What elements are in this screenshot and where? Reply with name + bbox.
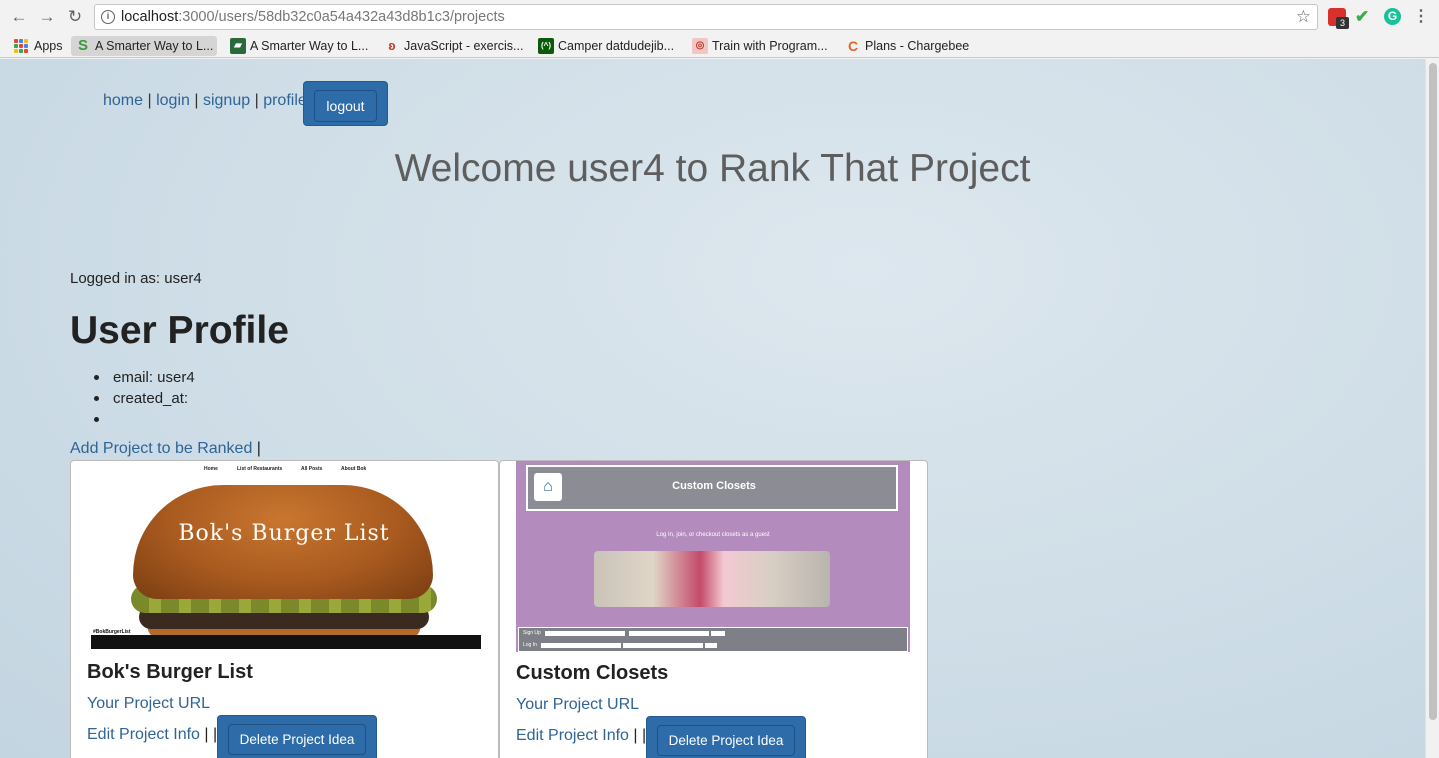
smarter-way-icon: S [77, 37, 88, 54]
project-title: Custom Closets [516, 662, 669, 684]
shopping-photo [594, 551, 830, 607]
thumb-field [629, 631, 709, 636]
chargebee-icon: C [847, 38, 859, 54]
thumb-login-form: Sign Up Log In [518, 627, 908, 652]
address-bar[interactable]: i localhost:3000/users/58db32c0a54a432a4… [94, 4, 1318, 30]
project-title: Bok's Burger List [87, 661, 253, 683]
bookmark-smarter-way-2[interactable]: ▰ A Smarter Way to L... [226, 36, 372, 56]
edit-project-link[interactable]: Edit Project Info [516, 727, 629, 744]
bookmarks-bar: Apps S A Smarter Way to L... ▰ A Smarter… [0, 34, 1439, 58]
browser-toolbar: ← → ↻ i localhost:3000/users/58db32c0a54… [0, 0, 1439, 34]
project-thumbnail[interactable]: Home List of Restaurants All Posts About… [87, 461, 481, 652]
bookmark-camper[interactable]: (^) Camper datdudejib... [534, 36, 678, 56]
thumb-field [545, 631, 625, 636]
check-extension-icon[interactable]: ✔ [1355, 8, 1375, 26]
profile-heading: User Profile [70, 309, 289, 352]
project-url-link[interactable]: Your Project URL [87, 695, 210, 713]
profile-empty-item [94, 409, 195, 430]
thumb-nav-item: List of Restaurants [237, 466, 283, 472]
nav-home-link[interactable]: home [103, 92, 143, 109]
profile-created-at: created_at: [94, 388, 195, 409]
apps-grid-icon [14, 39, 28, 53]
bookmark-train[interactable]: ◎ Train with Program... [688, 36, 832, 56]
logout-button[interactable]: logout [303, 81, 388, 126]
project-actions: Edit Project Info | | [87, 726, 217, 744]
profile-email: email: user4 [94, 369, 195, 386]
nav-signup-link[interactable]: signup [203, 92, 250, 109]
thumb-signup-label: Sign Up [523, 630, 541, 636]
bookmark-star-icon[interactable]: ☆ [1296, 7, 1311, 27]
add-project-link[interactable]: Add Project to be Ranked [70, 440, 252, 457]
forward-arrow-icon[interactable]: → [36, 6, 58, 28]
nav-separator: | [254, 92, 259, 109]
thumb-field [705, 643, 717, 648]
trainer-icon: ◎ [692, 38, 708, 54]
project-thumbnail[interactable]: ⌂ Custom Closets Log In, join, or checko… [516, 461, 910, 652]
nav-separator: | [194, 92, 199, 109]
top-nav: home | login | signup | profile [103, 92, 307, 110]
project-actions: Edit Project Info | | [516, 727, 646, 745]
thumb-banner: Bok's Burger List [178, 521, 390, 546]
page-viewport: home | login | signup | profile logout W… [0, 59, 1439, 758]
grammarly-extension-icon[interactable]: G [1384, 8, 1401, 25]
thumb-field [711, 631, 725, 636]
delete-label: Delete Project Idea [227, 724, 367, 755]
bookmark-javascript[interactable]: ʚ JavaScript - exercis... [380, 36, 527, 56]
project-url-link[interactable]: Your Project URL [516, 696, 639, 714]
delete-label: Delete Project Idea [656, 725, 796, 756]
scrollbar-thumb[interactable] [1429, 63, 1437, 720]
delete-project-button[interactable]: Delete Project Idea [646, 716, 806, 758]
action-separators: | | [633, 727, 647, 744]
thumb-field [541, 643, 621, 648]
logout-label: logout [314, 90, 377, 122]
project-card: ⌂ Custom Closets Log In, join, or checko… [499, 460, 928, 758]
thumb-nav-item: About Bok [341, 466, 367, 472]
bookmark-apps[interactable]: Apps [10, 36, 67, 56]
exercism-icon: ʚ [388, 38, 396, 53]
bookmark-chargebee[interactable]: C Plans - Chargebee [841, 36, 973, 56]
extension-badge: 3 [1336, 17, 1349, 29]
action-separators: | | [204, 726, 218, 743]
thumb-login-label: Log In [523, 642, 537, 648]
page-title: Welcome user4 to Rank That Project [394, 147, 1031, 190]
thumb-header-title: Custom Closets [672, 480, 756, 492]
address-url[interactable]: localhost:3000/users/58db32c0a54a432a43d… [121, 9, 505, 25]
bookmark-smarter-way-1[interactable]: S A Smarter Way to L... [71, 36, 218, 56]
thumb-nav-item: All Posts [301, 466, 323, 472]
back-arrow-icon[interactable]: ← [8, 6, 30, 28]
page-scrollbar[interactable] [1425, 59, 1439, 758]
thumb-nav-item: Home [204, 466, 218, 472]
logged-in-status: Logged in as: user4 [70, 270, 202, 287]
delete-project-button[interactable]: Delete Project Idea [217, 715, 377, 758]
edit-project-link[interactable]: Edit Project Info [87, 726, 200, 743]
nav-profile-link[interactable]: profile [263, 92, 307, 109]
add-project-separator: | [256, 440, 261, 457]
menu-dots-icon[interactable]: ⋮ [1413, 8, 1429, 26]
nav-login-link[interactable]: login [156, 92, 190, 109]
reload-icon[interactable]: ↻ [64, 6, 86, 28]
freecodecamp-icon: (^) [538, 38, 554, 54]
thumb-header: ⌂ Custom Closets [526, 465, 898, 511]
thumb-login-bar [91, 635, 481, 649]
info-icon[interactable]: i [101, 10, 115, 24]
add-project-row: Add Project to be Ranked | [70, 440, 261, 458]
thumb-field [623, 643, 703, 648]
project-card: Home List of Restaurants All Posts About… [70, 460, 499, 758]
book-icon: ▰ [230, 38, 246, 54]
nav-separator: | [147, 92, 152, 109]
profile-details: email: user4 created_at: [94, 367, 195, 430]
thumb-tagline: Log In, join, or checkout closets as a g… [656, 532, 770, 538]
